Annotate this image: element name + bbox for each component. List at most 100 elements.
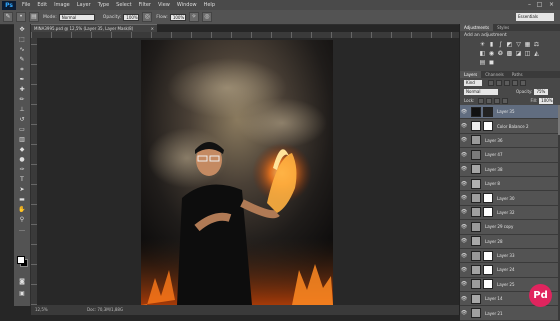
- dodge-tool-icon[interactable]: ●: [18, 156, 26, 164]
- layer-thumbnail[interactable]: [471, 207, 481, 218]
- menu-window[interactable]: Window: [177, 2, 197, 8]
- tab-adjustments[interactable]: Adjustments: [460, 24, 494, 31]
- layer-thumbnail[interactable]: [471, 250, 481, 261]
- layer-mask-thumbnail[interactable]: [483, 207, 493, 218]
- layer-mask-thumbnail[interactable]: [483, 264, 493, 275]
- layer-row[interactable]: 👁 Layer 29 copy: [460, 220, 560, 235]
- menu-type[interactable]: Type: [98, 2, 109, 8]
- visibility-eye-icon[interactable]: 👁: [460, 123, 468, 129]
- menu-edit[interactable]: Edit: [37, 2, 47, 8]
- layer-opacity-field[interactable]: 75%: [534, 88, 549, 95]
- visibility-eye-icon[interactable]: 👁: [460, 267, 468, 273]
- mode-select[interactable]: Normal: [58, 13, 95, 21]
- path-select-tool-icon[interactable]: ➤: [18, 186, 26, 194]
- layer-row[interactable]: 👁 Layer 24: [460, 263, 560, 278]
- layer-thumbnail[interactable]: [471, 308, 481, 319]
- layer-row[interactable]: 👁 Layer 32: [460, 205, 560, 221]
- move-tool-icon[interactable]: ✥: [18, 26, 26, 34]
- layer-thumbnail[interactable]: [471, 164, 481, 175]
- layer-thumbnail[interactable]: [471, 149, 481, 160]
- layer-thumbnail[interactable]: [471, 193, 481, 204]
- layer-row[interactable]: 👁 Layer 30: [460, 191, 560, 206]
- type-tool-icon[interactable]: T: [18, 176, 26, 184]
- invert-icon[interactable]: ◪: [515, 50, 522, 57]
- channel-mixer-icon[interactable]: ❂: [497, 50, 504, 57]
- layer-row[interactable]: 👁 Layer 8: [460, 176, 560, 192]
- color-swatches[interactable]: [17, 256, 28, 267]
- color-balance-icon[interactable]: ⚖: [533, 41, 540, 48]
- canvas-area[interactable]: [37, 38, 459, 305]
- filter-type-icon[interactable]: [504, 79, 510, 86]
- brush-tool-icon[interactable]: ✏: [18, 96, 26, 104]
- healing-tool-icon[interactable]: ✚: [18, 86, 26, 94]
- visibility-eye-icon[interactable]: 👁: [460, 253, 468, 259]
- kind-filter-select[interactable]: Kind: [464, 79, 482, 86]
- quick-select-tool-icon[interactable]: ✎: [18, 56, 26, 64]
- filter-pixel-icon[interactable]: [488, 79, 494, 86]
- tab-paths[interactable]: Paths: [508, 71, 527, 78]
- clone-stamp-tool-icon[interactable]: ⊥: [18, 106, 26, 114]
- menu-filter[interactable]: Filter: [139, 2, 151, 8]
- layer-row[interactable]: 👁 Layer 28: [460, 234, 560, 249]
- blur-tool-icon[interactable]: ◆: [18, 146, 26, 154]
- document-canvas[interactable]: [37, 38, 459, 305]
- bw-icon[interactable]: ◧: [479, 50, 486, 57]
- foreground-color-swatch[interactable]: [17, 256, 25, 264]
- zoom-level[interactable]: 12,5%: [35, 307, 48, 312]
- layer-thumbnail[interactable]: [471, 135, 481, 146]
- workspace-select[interactable]: Essentials: [516, 13, 554, 21]
- layer-row[interactable]: 👁 Layer 47: [460, 148, 560, 163]
- layer-mask-thumbnail[interactable]: [483, 250, 493, 261]
- color-lookup-icon[interactable]: ▩: [506, 50, 513, 57]
- lock-transparent-icon[interactable]: [478, 97, 485, 104]
- layer-mask-thumbnail[interactable]: [483, 193, 493, 204]
- blend-mode-select[interactable]: Normal: [464, 88, 498, 95]
- visibility-eye-icon[interactable]: 👁: [460, 166, 468, 172]
- curves-icon[interactable]: ∫: [497, 41, 504, 48]
- crop-tool-icon[interactable]: ⌗: [18, 66, 26, 74]
- tab-channels[interactable]: Channels: [481, 71, 508, 78]
- filter-smart-icon[interactable]: [520, 79, 526, 86]
- lasso-tool-icon[interactable]: ∿: [18, 46, 26, 54]
- visibility-eye-icon[interactable]: 👁: [460, 152, 468, 158]
- hand-tool-icon[interactable]: ✋: [18, 206, 26, 214]
- visibility-eye-icon[interactable]: 👁: [460, 209, 468, 215]
- layer-mask-thumbnail[interactable]: [483, 121, 493, 132]
- doc-size-info[interactable]: Doc: 70,3M/1,88G: [87, 307, 123, 312]
- menu-select[interactable]: Select: [116, 2, 131, 8]
- layer-row[interactable]: 👁 Layer 38: [460, 162, 560, 177]
- visibility-eye-icon[interactable]: 👁: [460, 109, 468, 115]
- layer-thumbnail[interactable]: [471, 293, 481, 304]
- layer-row[interactable]: 👁 Color Balance 2: [460, 119, 560, 134]
- brush-panel-icon[interactable]: ▤: [29, 12, 39, 22]
- menu-help[interactable]: Help: [204, 2, 215, 8]
- eraser-tool-icon[interactable]: ▭: [18, 126, 26, 134]
- eyedropper-tool-icon[interactable]: ✒: [18, 76, 26, 84]
- pen-tool-icon[interactable]: ✑: [18, 166, 26, 174]
- layer-row[interactable]: 👁 Layer 21: [460, 306, 560, 321]
- gradient-map-icon[interactable]: ▤: [479, 59, 486, 66]
- visibility-eye-icon[interactable]: 👁: [460, 195, 468, 201]
- visibility-eye-icon[interactable]: 👁: [460, 137, 468, 143]
- visibility-eye-icon[interactable]: 👁: [460, 238, 468, 244]
- lock-image-icon[interactable]: [486, 97, 493, 104]
- tab-styles[interactable]: Styles: [493, 24, 513, 31]
- layer-row[interactable]: 👁 Layer 33: [460, 248, 560, 264]
- brush-size-icon[interactable]: •: [16, 12, 26, 22]
- marquee-tool-icon[interactable]: ⬚: [18, 36, 26, 44]
- posterize-icon[interactable]: ◫: [524, 50, 531, 57]
- photo-filter-icon[interactable]: ◉: [488, 50, 495, 57]
- layer-thumbnail[interactable]: [471, 121, 481, 132]
- filter-shape-icon[interactable]: [512, 79, 518, 86]
- close-window-button[interactable]: ×: [548, 1, 555, 8]
- opacity-field[interactable]: 100%: [123, 13, 140, 21]
- visibility-eye-icon[interactable]: 👁: [460, 310, 468, 316]
- visibility-eye-icon[interactable]: 👁: [460, 296, 468, 302]
- layer-mask-thumbnail[interactable]: [483, 106, 493, 117]
- menu-image[interactable]: Image: [54, 2, 70, 8]
- maximize-button[interactable]: □: [536, 1, 543, 8]
- document-tab[interactable]: MINA3995.psd @ 12,5% (Layer 35, Layer Ma…: [31, 24, 157, 32]
- layer-row[interactable]: 👁 Layer 36: [460, 133, 560, 149]
- selective-color-icon[interactable]: ◼: [488, 59, 495, 66]
- screen-mode-icon[interactable]: ▣: [18, 290, 26, 298]
